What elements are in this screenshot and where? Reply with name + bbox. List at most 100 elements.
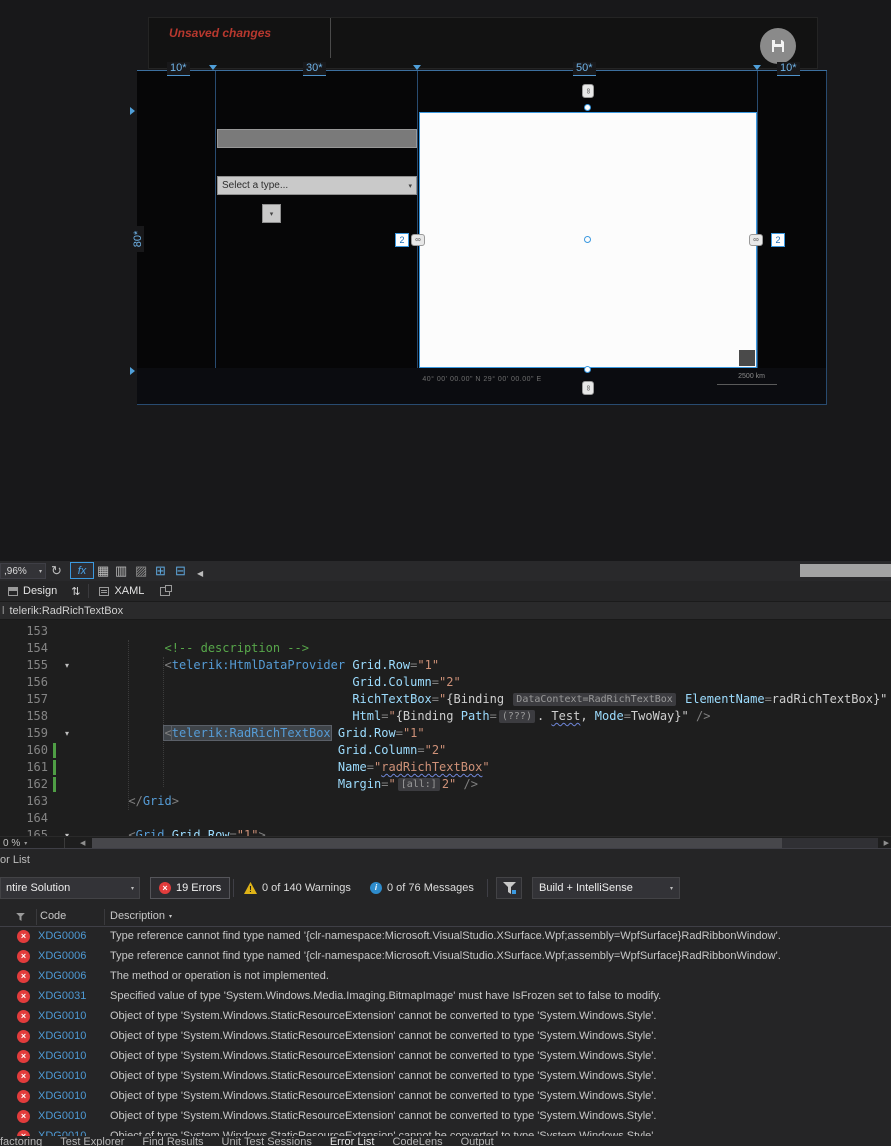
column-header-code[interactable]: Code — [40, 910, 66, 922]
designed-textbox[interactable] — [217, 129, 417, 148]
code-line[interactable]: Name="radRichTextBox" — [85, 759, 887, 776]
gutter-line[interactable]: 159 ▾ — [0, 725, 84, 742]
gutter-line[interactable]: 156 — [0, 674, 84, 691]
scroll-left-icon[interactable]: ◀ — [80, 839, 85, 847]
warnings-filter-button[interactable]: ! 0 of 140 Warnings — [238, 877, 357, 899]
error-row[interactable]: × XDG0010 Object of type 'System.Windows.S… — [0, 1107, 891, 1127]
panel-tab[interactable]: CodeLens — [392, 1136, 442, 1146]
panel-tab[interactable]: Unit Test Sessions — [222, 1136, 312, 1146]
severity-column-icon[interactable] — [16, 912, 25, 924]
panel-tab[interactable]: Find Results — [142, 1136, 203, 1146]
code-line[interactable] — [85, 623, 887, 640]
save-button[interactable] — [760, 28, 796, 64]
column-separator[interactable] — [36, 909, 37, 925]
anchor-chain-top-icon[interactable]: ∞ — [582, 84, 594, 98]
designed-dropdown-button[interactable]: ▾ — [262, 204, 281, 223]
error-row[interactable]: × XDG0010 Object of type 'System.Windows.S… — [0, 1047, 891, 1067]
code-line[interactable]: Html="{Binding Path= (???). Test, Mode=Tw… — [85, 708, 887, 725]
grid-row-marker[interactable] — [130, 107, 135, 115]
code-line[interactable]: <Grid Grid.Row="1"> — [85, 827, 887, 836]
tab-xaml[interactable]: XAML — [91, 581, 152, 602]
breadcrumb[interactable]: l telerik:RadRichTextBox — [0, 602, 891, 620]
code-line[interactable]: Margin=" [all:] 2" /> — [85, 776, 887, 793]
popout-pane-icon[interactable] — [160, 584, 173, 596]
snap-to-grid-icon[interactable]: ⊞ — [155, 562, 166, 580]
grid-column-width-label[interactable]: 50* — [573, 62, 596, 76]
build-intellisense-dropdown[interactable]: Build + IntelliSense ▾ — [532, 877, 680, 899]
scope-dropdown[interactable]: ntire Solution ▾ — [0, 877, 140, 899]
error-row[interactable]: × XDG0010 Object of type 'System.Windows.S… — [0, 1087, 891, 1107]
scrollbar-thumb[interactable] — [92, 838, 782, 848]
tab-design[interactable]: Design — [0, 581, 65, 602]
error-row[interactable]: × XDG0006 Type reference cannot find type … — [0, 927, 891, 947]
grid-column-width-label[interactable]: 10* — [777, 62, 800, 76]
scroll-right-icon[interactable]: ▶ — [884, 839, 889, 847]
anchor-chain-left-icon[interactable]: ∞ — [411, 234, 425, 246]
gutter-line[interactable]: 164 — [0, 810, 84, 827]
gutter-line[interactable]: 160 — [0, 742, 84, 759]
column-separator[interactable] — [104, 909, 105, 925]
messages-filter-button[interactable]: i 0 of 76 Messages — [364, 877, 480, 899]
selection-center-handle[interactable] — [584, 236, 591, 243]
panel-tab[interactable]: Output — [461, 1136, 494, 1146]
code-line[interactable]: </Grid> — [85, 793, 887, 810]
error-row[interactable]: × XDG0010 Object of type 'System.Windows.S… — [0, 1067, 891, 1087]
gutter-line[interactable]: 161 — [0, 759, 84, 776]
error-row[interactable]: × XDG0010 Object of type 'System.Windows.S… — [0, 1007, 891, 1027]
grid-column-width-label[interactable]: 10* — [167, 62, 190, 76]
code-line[interactable]: Grid.Column="2" — [85, 674, 887, 691]
editor-horizontal-scrollbar[interactable] — [92, 838, 878, 848]
gutter-line[interactable]: 162 — [0, 776, 84, 793]
grid-lines-icon[interactable]: ▥ — [115, 562, 127, 580]
designer-zoom-combo[interactable]: ,96% ▾ — [0, 563, 46, 579]
anchor-chain-right-icon[interactable]: ∞ — [749, 234, 763, 246]
gutter-line[interactable]: 155 ▾ — [0, 657, 84, 674]
anchor-dot-top[interactable] — [584, 104, 591, 111]
grid-splitter-marker[interactable] — [413, 65, 421, 70]
artboard-background-icon[interactable]: ▨ — [135, 562, 147, 580]
gutter-line[interactable]: 163 — [0, 793, 84, 810]
errors-filter-button[interactable]: × 19 Errors — [150, 877, 231, 899]
filter-button[interactable] — [496, 877, 522, 899]
gutter-line[interactable]: 157 — [0, 691, 84, 708]
code-line[interactable]: <telerik:HtmlDataProvider Grid.Row="1" — [85, 657, 887, 674]
panel-tab[interactable]: factoring — [0, 1136, 42, 1146]
grid-row-marker[interactable] — [130, 367, 135, 375]
snap-guides-icon[interactable]: ⊟ — [175, 562, 186, 580]
resize-thumb[interactable] — [739, 350, 755, 366]
grid-column-width-label[interactable]: 30* — [303, 62, 326, 76]
code-line[interactable]: <telerik:RadRichTextBox Grid.Row="1" — [85, 725, 887, 742]
panel-tab[interactable]: Test Explorer — [60, 1136, 124, 1146]
anchor-chain-bottom-icon[interactable]: ∞ — [582, 381, 594, 395]
panel-tab[interactable]: Error List — [330, 1136, 375, 1146]
grid-splitter-marker[interactable] — [209, 65, 217, 70]
designed-combobox[interactable]: Select a type... ▾ — [217, 176, 417, 195]
error-row[interactable]: × XDG0006 The method or operation is not i… — [0, 967, 891, 987]
error-row[interactable]: × XDG0010 Object of type 'System.Windows.S… — [0, 1027, 891, 1047]
swap-panes-icon[interactable]: ⇅ — [65, 585, 86, 598]
xaml-code-editor[interactable]: 153 154 155 ▾ 156 157 158 159 ▾ 160 161 162 163 164 16… — [0, 620, 891, 836]
grid-row-height-label[interactable]: 80* — [132, 226, 144, 252]
code-line[interactable]: RichTextBox="{Binding DataContext=RadRic… — [85, 691, 887, 708]
gutter-line[interactable]: 165 ▾ — [0, 827, 84, 836]
code-line[interactable]: Grid.Column="2" — [85, 742, 887, 759]
effects-toggle-button[interactable]: fx — [70, 562, 94, 579]
margin-badge-right[interactable]: 2 — [771, 233, 785, 247]
gutter-line[interactable]: 154 — [0, 640, 84, 657]
show-grid-icon[interactable]: ▦ — [97, 562, 109, 580]
code-line[interactable] — [85, 810, 887, 827]
anchor-dot-bottom[interactable] — [584, 366, 591, 373]
selected-radrichtextbox[interactable] — [419, 112, 757, 368]
gutter-line[interactable]: 153 — [0, 623, 84, 640]
designer-horizontal-scrollbar[interactable] — [800, 564, 891, 577]
breadcrumb-element[interactable]: telerik:RadRichTextBox — [9, 605, 123, 617]
fit-to-screen-icon[interactable]: ↻ — [51, 562, 62, 580]
error-row[interactable]: × XDG0031 Specified value of type 'System.… — [0, 987, 891, 1007]
code-line[interactable]: <!-- description --> — [85, 640, 887, 657]
error-row[interactable]: × XDG0006 Type reference cannot find type … — [0, 947, 891, 967]
column-header-description[interactable]: Description ▾ — [110, 910, 172, 922]
gutter-line[interactable]: 158 — [0, 708, 84, 725]
design-canvas[interactable]: Select a type... ▾ ▾ 2 2 ∞ ∞ ∞ ∞ 40° 00'… — [137, 71, 827, 405]
margin-badge-left[interactable]: 2 — [395, 233, 409, 247]
grid-splitter-marker[interactable] — [753, 65, 761, 70]
